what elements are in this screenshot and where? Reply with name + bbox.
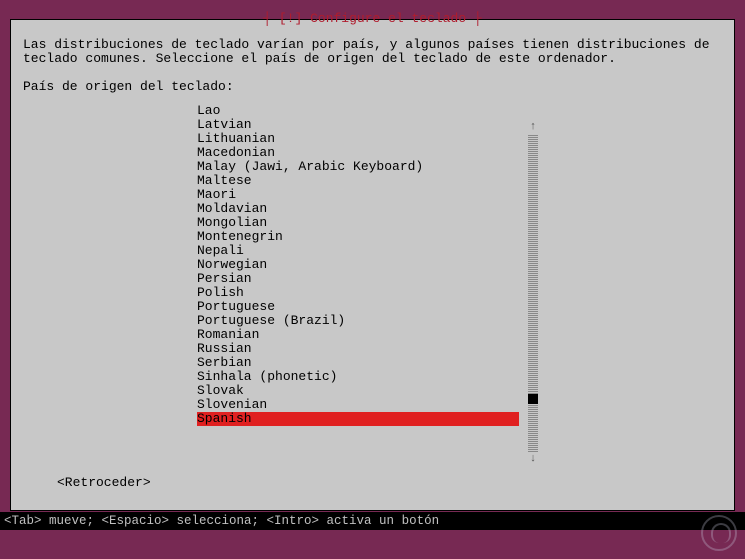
list-item[interactable]: Maori xyxy=(197,188,547,202)
dialog-content: Las distribuciones de teclado varían por… xyxy=(11,20,734,426)
list-item[interactable]: Macedonian xyxy=(197,146,547,160)
list-item[interactable]: Mongolian xyxy=(197,216,547,230)
list-item[interactable]: Serbian xyxy=(197,356,547,370)
country-list[interactable]: LaoLatvianLithuanianMacedonianMalay (Jaw… xyxy=(197,104,547,426)
help-bar: <Tab> mueve; <Espacio> selecciona; <Intr… xyxy=(0,512,745,530)
back-button[interactable]: <Retroceder> xyxy=(57,476,151,490)
keyboard-config-dialog: ┤ [!] Configure el teclado ├ Las distrib… xyxy=(10,19,735,511)
list-item[interactable]: Portuguese xyxy=(197,300,547,314)
list-item[interactable]: Montenegrin xyxy=(197,230,547,244)
list-item[interactable]: Nepali xyxy=(197,244,547,258)
list-item[interactable]: Slovenian xyxy=(197,398,547,412)
list-item[interactable]: Romanian xyxy=(197,328,547,342)
scroll-track-upper[interactable] xyxy=(528,134,538,394)
intro-text: Las distribuciones de teclado varían por… xyxy=(23,38,722,66)
list-item[interactable]: Latvian xyxy=(197,118,547,132)
list-item[interactable]: Lao xyxy=(197,104,547,118)
list-item[interactable]: Slovak xyxy=(197,384,547,398)
scroll-up-arrow-icon[interactable]: ↑ xyxy=(527,120,539,134)
list-item[interactable]: Maltese xyxy=(197,174,547,188)
watermark-icon xyxy=(701,515,737,551)
list-item[interactable]: Sinhala (phonetic) xyxy=(197,370,547,384)
list-item[interactable]: Russian xyxy=(197,342,547,356)
prompt-label: País de origen del teclado: xyxy=(23,80,722,94)
list-item[interactable]: Malay (Jawi, Arabic Keyboard) xyxy=(197,160,547,174)
list-scrollbar[interactable]: ↑ ↓ xyxy=(527,120,539,468)
list-item[interactable]: Spanish xyxy=(197,412,519,426)
scroll-track-lower[interactable] xyxy=(528,404,538,452)
scroll-down-arrow-icon[interactable]: ↓ xyxy=(527,452,539,466)
list-item[interactable]: Moldavian xyxy=(197,202,547,216)
list-item[interactable]: Persian xyxy=(197,272,547,286)
list-item[interactable]: Norwegian xyxy=(197,258,547,272)
list-item[interactable]: Lithuanian xyxy=(197,132,547,146)
list-item[interactable]: Portuguese (Brazil) xyxy=(197,314,547,328)
dialog-title: ┤ [!] Configure el teclado ├ xyxy=(11,12,734,26)
list-item[interactable]: Polish xyxy=(197,286,547,300)
scroll-thumb[interactable] xyxy=(528,394,538,404)
